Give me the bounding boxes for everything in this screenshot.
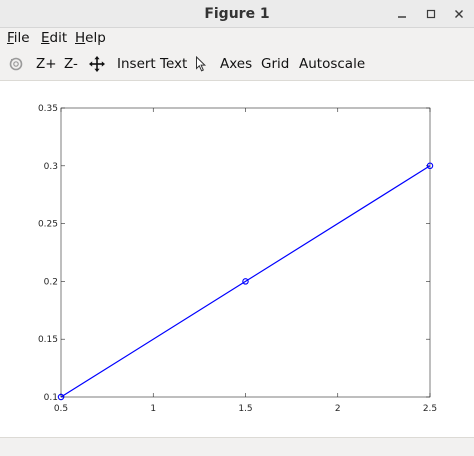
menu-file-mnemonic: F bbox=[7, 30, 14, 46]
rotate-icon bbox=[9, 57, 23, 71]
menu-help-label: elp bbox=[85, 30, 106, 46]
line-chart[interactable]: 0.5 1 1.5 2 2.5 0.1 0.15 0.2 0.25 0.3 0.35 bbox=[0, 81, 474, 437]
close-icon bbox=[455, 10, 463, 18]
menu-file[interactable]: File bbox=[7, 30, 30, 47]
y-tick-label: 0.1 bbox=[44, 393, 58, 403]
x-tick-label: 2.5 bbox=[423, 404, 437, 414]
menu-help[interactable]: Help bbox=[75, 30, 106, 47]
menu-help-mnemonic: H bbox=[75, 30, 86, 46]
menu-edit-label: dit bbox=[49, 30, 68, 46]
y-tick-label: 0.2 bbox=[44, 277, 58, 287]
y-tick-label: 0.3 bbox=[44, 162, 58, 172]
minimize-button[interactable] bbox=[392, 4, 412, 24]
x-tick-label: 2 bbox=[335, 404, 341, 414]
menu-edit-mnemonic: E bbox=[41, 30, 50, 46]
maximize-icon bbox=[426, 9, 436, 19]
close-button[interactable] bbox=[449, 4, 469, 24]
zoom-out-button[interactable]: Z- bbox=[64, 55, 78, 73]
grid-button[interactable]: Grid bbox=[261, 55, 289, 73]
pan-button[interactable] bbox=[89, 56, 105, 76]
x-tick-label: 1.5 bbox=[238, 404, 252, 414]
plot-area[interactable]: 0.5 1 1.5 2 2.5 0.1 0.15 0.2 0.25 0.3 0.35 bbox=[0, 81, 474, 437]
window-titlebar[interactable]: Figure 1 bbox=[0, 0, 474, 28]
pan-icon bbox=[89, 56, 105, 72]
menu-file-label: ile bbox=[13, 30, 30, 46]
x-tick-label: 0.5 bbox=[54, 404, 68, 414]
minimize-icon bbox=[398, 16, 406, 18]
y-tick-label: 0.15 bbox=[38, 335, 58, 345]
insert-text-button[interactable]: Insert Text bbox=[117, 55, 187, 73]
maximize-button[interactable] bbox=[421, 4, 441, 24]
select-pointer-icon bbox=[196, 55, 207, 72]
x-tick-label: 1 bbox=[150, 404, 156, 414]
select-button[interactable] bbox=[195, 55, 207, 76]
autoscale-button[interactable]: Autoscale bbox=[299, 55, 365, 73]
y-tick-label: 0.25 bbox=[38, 220, 58, 230]
axes-button[interactable]: Axes bbox=[220, 55, 252, 73]
menu-edit[interactable]: Edit bbox=[41, 30, 67, 47]
rotate-button[interactable] bbox=[8, 56, 24, 76]
zoom-in-button[interactable]: Z+ bbox=[36, 55, 57, 73]
axes-box bbox=[60, 107, 431, 398]
y-tick-label: 0.35 bbox=[38, 104, 58, 114]
menu-bar: File Edit Help bbox=[0, 28, 474, 48]
toolbar: Z+ Z- Insert Text Axes Grid Autoscale bbox=[0, 48, 474, 81]
status-bar bbox=[0, 437, 474, 456]
